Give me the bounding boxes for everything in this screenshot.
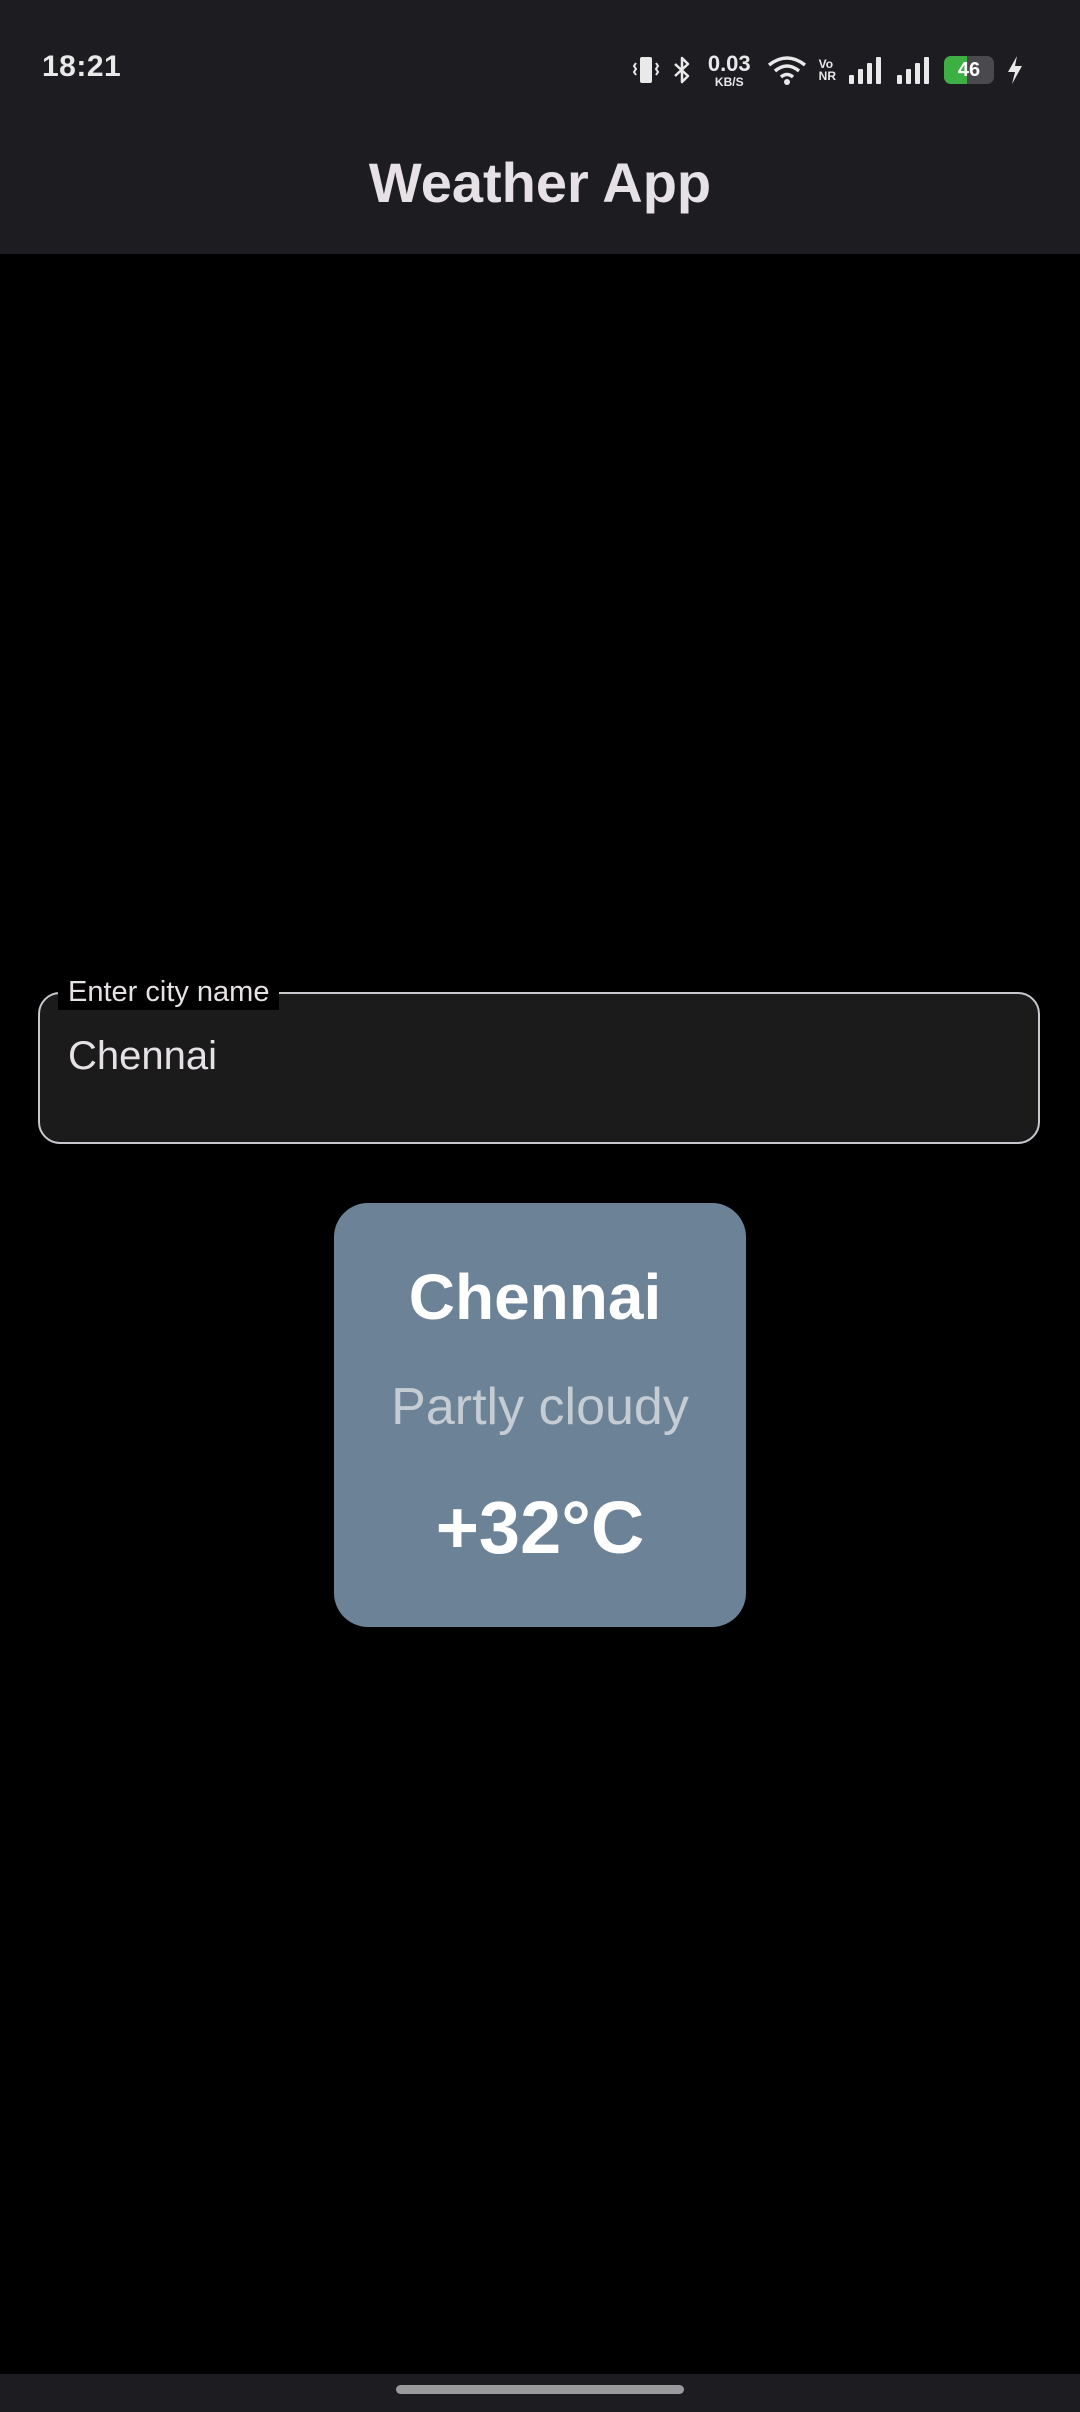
charging-icon [1006, 55, 1024, 85]
battery-icon: 46 [944, 56, 994, 84]
volte-nr-indicator: Vo NR [819, 58, 836, 82]
signal-icon [848, 55, 884, 85]
status-bar: 18:21 0.03 KB/S Vo NR 46 [0, 0, 1080, 140]
weather-temperature: +32°C [435, 1486, 645, 1569]
network-speed: 0.03 KB/S [707, 50, 751, 89]
city-name-input[interactable]: Enter city name Chennai [38, 974, 1040, 1144]
network-speed-value: 0.03 [707, 50, 751, 76]
home-indicator[interactable] [396, 2385, 684, 2394]
app-title: Weather App [368, 151, 712, 214]
network-speed-unit: KB/S [714, 74, 744, 89]
wifi-icon [767, 55, 807, 85]
weather-city: Chennai [408, 1261, 662, 1333]
battery-level: 46 [957, 58, 981, 81]
navigation-bar [0, 2374, 1080, 2412]
signal-icon [896, 55, 932, 85]
app-bar: Weather App [0, 140, 1080, 254]
bluetooth-icon [672, 55, 692, 85]
nr-label: NR [818, 69, 836, 83]
vibrate-icon [632, 55, 660, 85]
weather-condition: Partly cloudy [391, 1378, 689, 1436]
weather-card: Chennai Partly cloudy +32°C [334, 1203, 746, 1627]
city-name-input-value[interactable]: Chennai [68, 1034, 217, 1079]
status-icons: 0.03 KB/S Vo NR 46 [632, 48, 1024, 92]
city-name-input-label: Enter city name [58, 974, 280, 1010]
status-time: 18:21 [42, 50, 122, 83]
